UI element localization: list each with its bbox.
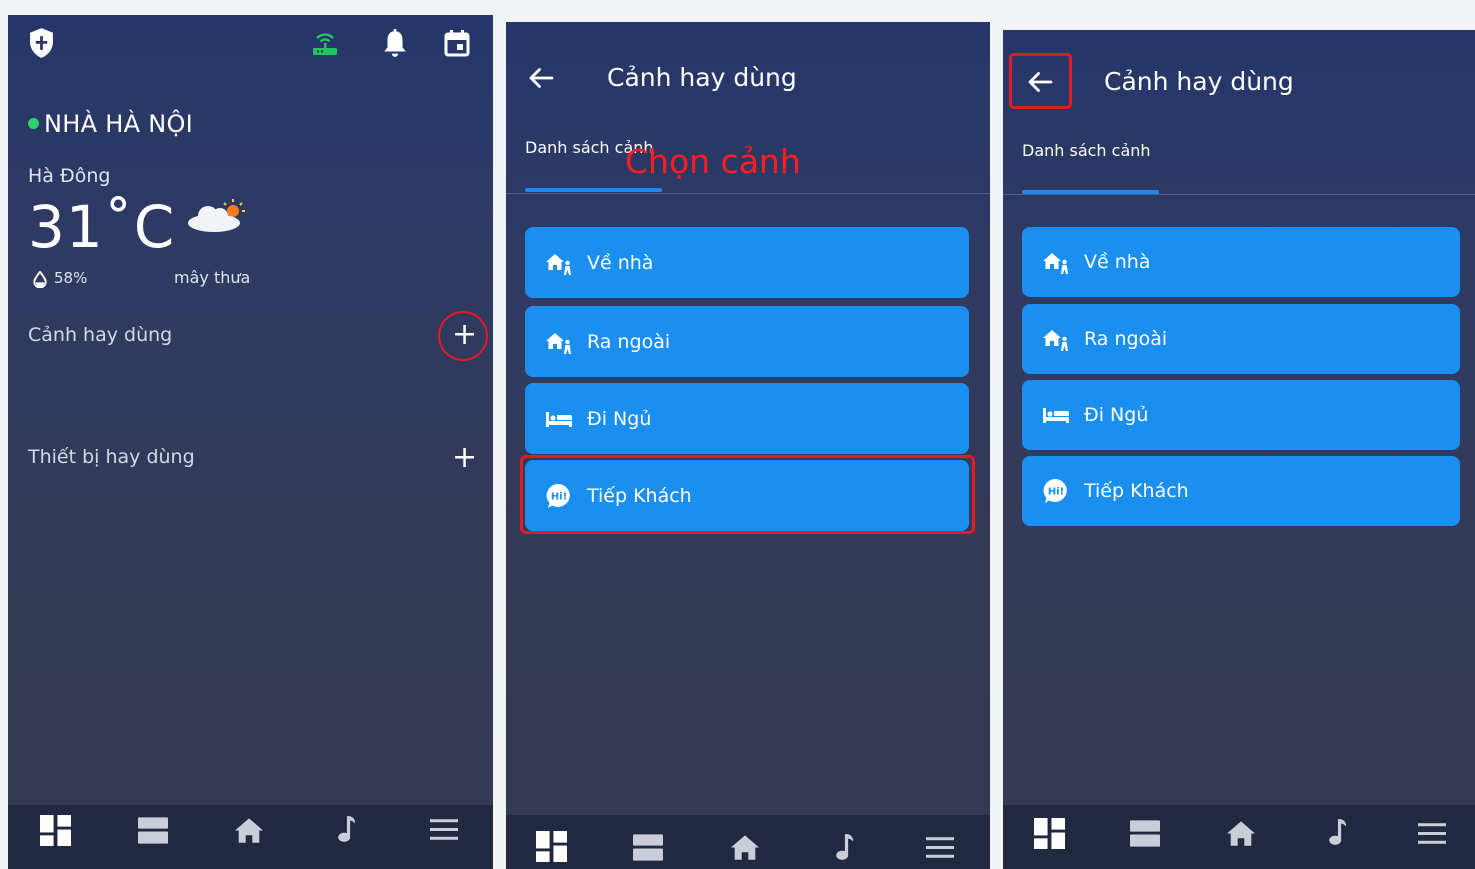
router-icon[interactable] xyxy=(310,29,340,57)
page-title: Cảnh hay dùng xyxy=(607,63,797,92)
music-icon[interactable] xyxy=(833,832,855,862)
back-arrow-icon[interactable] xyxy=(528,67,554,89)
bottom-nav xyxy=(1003,805,1475,869)
temperature: 31˚C xyxy=(28,193,176,261)
tab-divider xyxy=(1003,194,1475,195)
calendar-icon[interactable] xyxy=(444,29,470,57)
scene-label: Về nhà xyxy=(1084,251,1151,273)
bottom-nav xyxy=(506,815,990,869)
dashboard-icon[interactable] xyxy=(40,815,71,846)
scene-label: Đi Ngủ xyxy=(1084,404,1149,426)
tab-scene-list[interactable]: Danh sách cảnh xyxy=(1022,141,1151,160)
online-dot xyxy=(28,118,39,129)
rooms-icon[interactable] xyxy=(1130,820,1160,847)
scene-button-di-ngu[interactable]: Đi Ngủ xyxy=(525,383,969,454)
hi-chat-icon xyxy=(1042,477,1070,505)
home-icon[interactable] xyxy=(234,817,264,844)
rooms-icon[interactable] xyxy=(633,834,663,861)
bed-icon xyxy=(1042,405,1070,425)
home-screen: NHÀ HÀ NỘI Hà Đông 31˚C 58% mây thưa Cản… xyxy=(8,15,493,869)
bell-icon[interactable] xyxy=(382,29,408,59)
menu-icon[interactable] xyxy=(430,819,458,840)
droplet-icon xyxy=(33,271,47,288)
menu-icon[interactable] xyxy=(1418,823,1446,844)
scene-label: Đi Ngủ xyxy=(587,407,652,430)
annotation-box-back xyxy=(1009,53,1072,109)
scene-label: Ra ngoài xyxy=(1084,328,1168,350)
weather-description: mây thưa xyxy=(174,268,251,287)
home-icon[interactable] xyxy=(1226,820,1256,847)
scene-label: Về nhà xyxy=(587,251,654,274)
tab-divider xyxy=(506,193,990,194)
home-person-icon xyxy=(1042,327,1070,351)
dashboard-icon[interactable] xyxy=(536,831,567,862)
scene-button-ra-ngoai[interactable]: Ra ngoài xyxy=(525,306,969,377)
annotation-label: Chọn cảnh xyxy=(625,142,801,181)
scene-list-screen-annotated: Cảnh hay dùng Danh sách cảnh Chọn cảnh V… xyxy=(506,22,990,869)
home-name[interactable]: NHÀ HÀ NỘI xyxy=(28,110,193,138)
scene-button-di-ngu[interactable]: Đi Ngủ xyxy=(1022,380,1460,450)
scene-button-tiep-khach[interactable]: Tiếp Khách xyxy=(1022,456,1460,526)
home-person-icon xyxy=(1042,250,1070,274)
shield-icon[interactable] xyxy=(27,27,56,59)
music-icon[interactable] xyxy=(335,814,357,844)
home-person-icon xyxy=(545,330,573,354)
music-icon[interactable] xyxy=(1326,817,1348,847)
menu-icon[interactable] xyxy=(926,837,954,858)
bottom-nav xyxy=(8,805,493,869)
scene-label: Ra ngoài xyxy=(587,330,671,353)
scene-button-ve-nha[interactable]: Về nhà xyxy=(1022,227,1460,297)
tab-active-indicator xyxy=(525,188,662,192)
annotation-box-tiep-khach xyxy=(520,455,975,534)
scene-label: Tiếp Khách xyxy=(1084,480,1189,502)
humidity-value: 58% xyxy=(54,269,88,287)
devices-section-label: Thiết bị hay dùng xyxy=(28,446,195,468)
add-device-button[interactable]: + xyxy=(452,443,477,473)
dashboard-icon[interactable] xyxy=(1034,818,1065,849)
page-title: Cảnh hay dùng xyxy=(1104,67,1294,96)
rooms-icon[interactable] xyxy=(138,817,168,844)
cloud-sun-icon xyxy=(188,199,245,232)
home-person-icon xyxy=(545,251,573,275)
scene-button-ve-nha[interactable]: Về nhà xyxy=(525,227,969,298)
annotation-circle-add-scene xyxy=(438,311,488,361)
scenes-section-label: Cảnh hay dùng xyxy=(28,324,173,346)
district-label: Hà Đông xyxy=(28,165,111,187)
bed-icon xyxy=(545,409,573,429)
home-name-label: NHÀ HÀ NỘI xyxy=(44,110,194,138)
scene-list-screen: Cảnh hay dùng Danh sách cảnh Về nhà Ra n… xyxy=(1003,30,1475,869)
scene-button-ra-ngoai[interactable]: Ra ngoài xyxy=(1022,304,1460,374)
home-icon[interactable] xyxy=(730,834,760,861)
